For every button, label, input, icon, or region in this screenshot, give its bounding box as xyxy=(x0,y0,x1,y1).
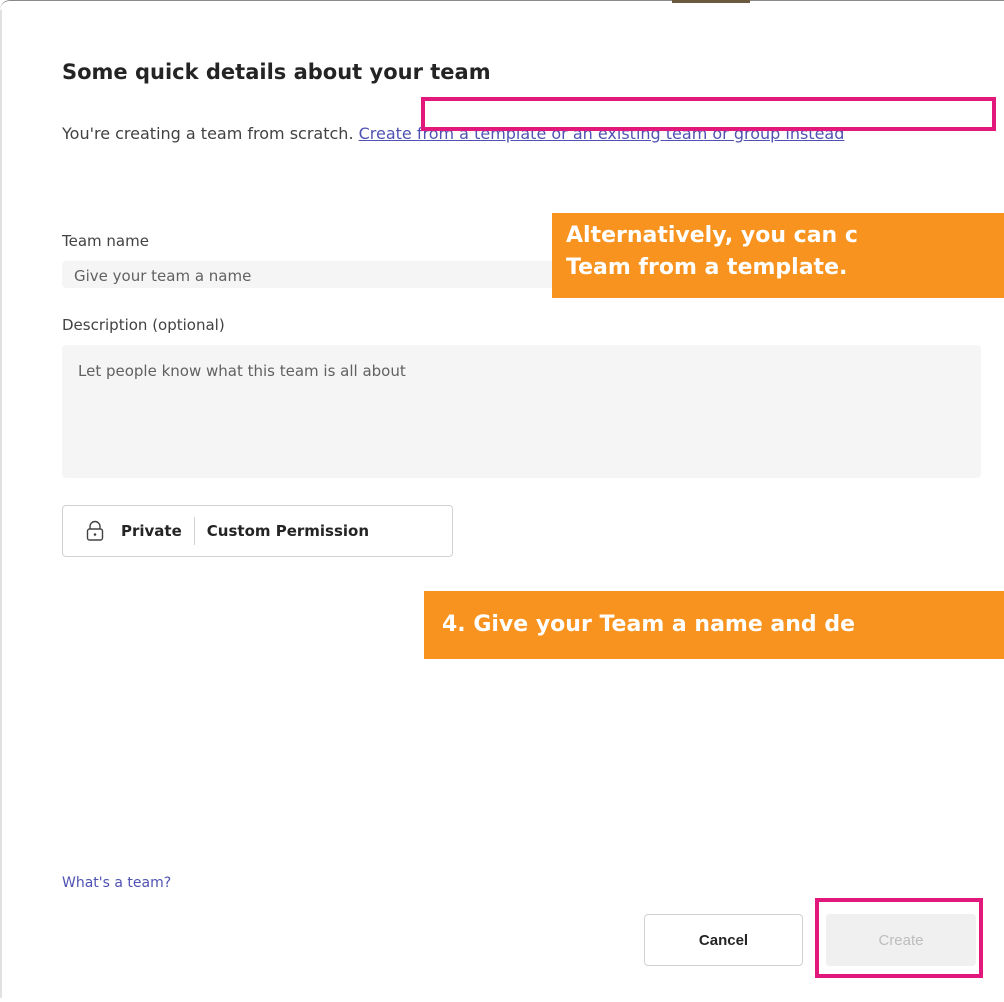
create-from-template-link[interactable]: Create from a template or an existing te… xyxy=(359,124,845,143)
alternative-callout-line2: Team from a template. xyxy=(566,255,848,280)
background-strip xyxy=(672,0,750,3)
team-name-label: Team name xyxy=(62,232,149,250)
create-button[interactable]: Create xyxy=(826,914,976,966)
description-label: Description (optional) xyxy=(62,316,225,334)
description-textarea[interactable]: Let people know what this team is all ab… xyxy=(62,345,981,478)
privacy-divider xyxy=(193,517,195,545)
permission-label: Custom Permission xyxy=(206,522,370,540)
dialog-title: Some quick details about your team xyxy=(62,60,491,84)
create-team-dialog: Some quick details about your team You'r… xyxy=(0,0,1004,1002)
window-left-edge xyxy=(0,10,2,998)
lock-icon xyxy=(83,519,107,543)
alternative-callout: Alternatively, you can c Team from a tem… xyxy=(552,213,1004,298)
cancel-button[interactable]: Cancel xyxy=(644,914,803,966)
whats-a-team-link[interactable]: What's a team? xyxy=(62,875,171,891)
window-top-edge xyxy=(0,0,1004,10)
intro-lead: You're creating a team from scratch. xyxy=(62,124,359,143)
privacy-label: Private xyxy=(121,522,182,540)
intro-text: You're creating a team from scratch. Cre… xyxy=(62,118,962,150)
privacy-button[interactable]: Private Custom Permission xyxy=(62,505,453,557)
alternative-callout-line1: Alternatively, you can c xyxy=(566,223,858,248)
step-callout: 4. Give your Team a name and de xyxy=(424,591,1004,659)
